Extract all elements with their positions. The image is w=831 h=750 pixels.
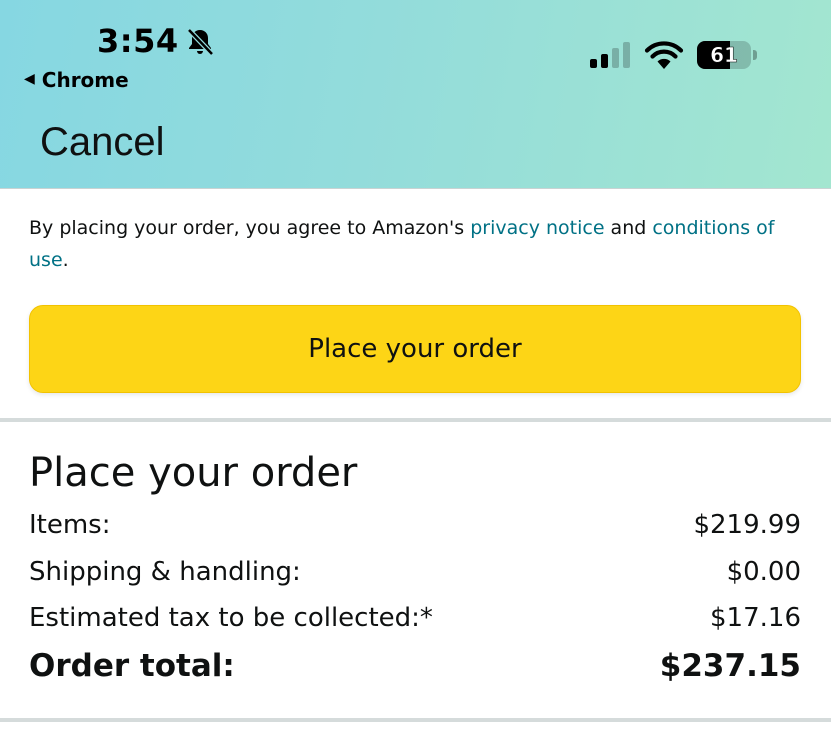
summary-row-items: Items: $219.99 [29,510,801,540]
summary-row-label: Items: [29,510,111,540]
place-order-button[interactable]: Place your order [29,305,801,393]
battery-cap [753,50,757,60]
cellular-signal-icon [590,42,630,68]
order-total-row: Order total: $237.15 [29,648,801,684]
back-to-app-button[interactable]: ◀ Chrome [24,68,129,92]
battery-icon: 61 [697,41,759,69]
order-summary-title: Place your order [29,450,358,496]
summary-row-value: $219.99 [693,510,801,540]
summary-row-shipping: Shipping & handling: $0.00 [29,557,801,587]
section-divider [0,418,831,422]
battery-body: 61 [697,41,751,69]
bell-slash-icon [187,28,214,56]
summary-row-value: $0.00 [726,557,801,587]
summary-row-value: $17.16 [710,603,801,633]
back-arrow-icon: ◀ [24,71,35,87]
wifi-icon [644,41,684,69]
summary-row-label: Shipping & handling: [29,557,301,587]
order-total-label: Order total: [29,648,235,684]
header-bar: 3:54 ◀ Chrome 61 Cancel [0,0,831,189]
agreement-prefix: By placing your order, you agree to Amaz… [29,217,471,239]
summary-row-tax: Estimated tax to be collected:* $17.16 [29,603,801,633]
section-divider [0,718,831,722]
privacy-notice-link[interactable]: privacy notice [470,217,604,239]
battery-level: 61 [710,43,738,68]
agreement-middle: and [604,217,653,239]
back-app-label: Chrome [41,68,129,92]
order-total-value: $237.15 [659,648,801,684]
cancel-button[interactable]: Cancel [40,120,165,165]
summary-row-label: Estimated tax to be collected:* [29,603,433,633]
status-time: 3:54 [97,22,179,60]
agreement-suffix: . [62,249,69,271]
order-agreement-text: By placing your order, you agree to Amaz… [29,212,799,276]
